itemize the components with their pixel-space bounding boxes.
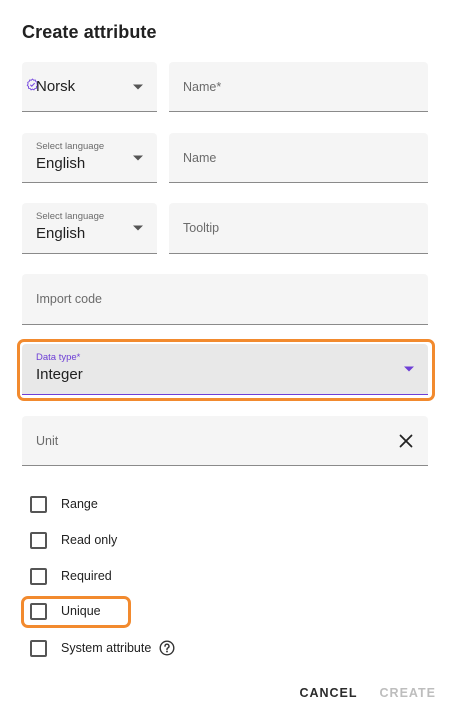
name-field[interactable]: Name xyxy=(169,133,428,183)
data-type-value: Integer xyxy=(36,366,83,383)
language-value: Norsk xyxy=(36,78,76,95)
create-attribute-dialog: Create attribute Norsk Name* Select lang… xyxy=(0,0,450,716)
required-checkbox[interactable] xyxy=(30,567,47,585)
name-placeholder: Name xyxy=(183,150,217,165)
unique-checkbox[interactable] xyxy=(30,602,47,620)
chevron-down-icon xyxy=(133,84,143,89)
unit-field[interactable]: Unit xyxy=(22,416,428,466)
chevron-down-icon xyxy=(133,155,143,160)
import-code-placeholder: Import code xyxy=(36,292,103,306)
required-label: Required xyxy=(61,569,112,583)
unique-label: Unique xyxy=(61,604,101,618)
import-code-field[interactable]: Import code xyxy=(22,274,428,325)
create-button[interactable]: CREATE xyxy=(380,686,436,700)
chevron-down-icon xyxy=(133,225,143,231)
system-attribute-label: System attribute xyxy=(61,641,152,655)
language-select-tooltip[interactable]: Select language English xyxy=(22,203,157,254)
language-value: English xyxy=(36,155,86,172)
help-circle-icon[interactable] xyxy=(159,640,175,656)
tooltip-placeholder: Tooltip xyxy=(183,221,220,235)
name-required-field[interactable]: Name* xyxy=(169,62,428,112)
range-checkbox-row[interactable]: Range xyxy=(30,494,98,514)
dialog-actions: CANCEL CREATE xyxy=(299,686,436,700)
read-only-checkbox[interactable] xyxy=(30,531,47,549)
select-language-label: Select language xyxy=(36,141,105,152)
select-language-label: Select language xyxy=(36,211,105,222)
read-only-label: Read only xyxy=(61,533,118,547)
read-only-checkbox-row[interactable]: Read only xyxy=(30,530,117,550)
chevron-down-icon xyxy=(404,366,414,372)
language-select-secondary[interactable]: Select language English xyxy=(22,133,157,183)
required-checkbox-row[interactable]: Required xyxy=(30,566,112,586)
unique-checkbox-row[interactable]: Unique xyxy=(30,601,101,621)
name-placeholder: Name* xyxy=(183,79,222,94)
dialog-title: Create attribute xyxy=(22,22,157,42)
language-select-primary[interactable]: Norsk xyxy=(22,62,157,112)
unit-placeholder: Unit xyxy=(36,433,59,448)
language-value: English xyxy=(36,225,86,242)
range-label: Range xyxy=(61,497,98,511)
tooltip-field[interactable]: Tooltip xyxy=(169,203,428,254)
range-checkbox[interactable] xyxy=(30,495,47,513)
system-attribute-checkbox[interactable] xyxy=(30,639,47,657)
system-attribute-checkbox-row[interactable]: System attribute xyxy=(30,638,175,658)
close-icon[interactable] xyxy=(398,433,414,449)
data-type-label: Data type* xyxy=(36,352,81,363)
cancel-button[interactable]: CANCEL xyxy=(299,686,357,700)
data-type-select[interactable]: Data type* Integer xyxy=(22,344,428,395)
